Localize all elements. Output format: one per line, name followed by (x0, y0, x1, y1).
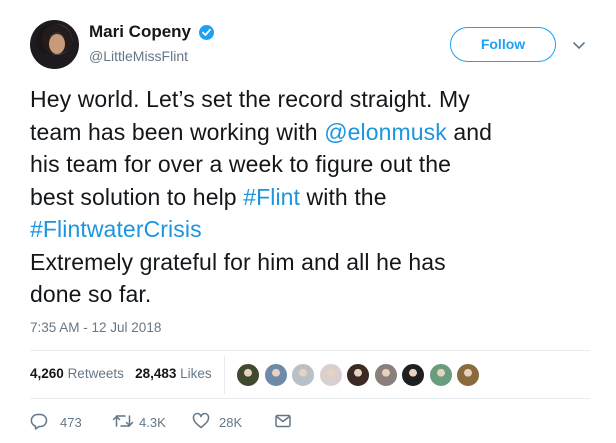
reply-count: 473 (60, 415, 82, 430)
liker-avatar[interactable] (373, 363, 398, 387)
hashtag-link[interactable]: #FlintwaterCrisis (30, 216, 202, 242)
tweet-text-segment: best solution to help (30, 183, 244, 210)
liker-avatar[interactable] (346, 363, 370, 387)
tweet-line: best solution to help #Flint with the (30, 181, 600, 214)
envelope-icon (275, 414, 291, 428)
tweet-text-segment: and (446, 118, 493, 145)
tweet-text-segment: Hey world. Let’s set the record straight… (30, 86, 470, 112)
retweet-icon (112, 415, 134, 427)
liker-avatar[interactable] (456, 363, 480, 387)
tweet-line: team has been working with @elonmusk and (30, 116, 600, 149)
retweets-count[interactable]: 4,260 (30, 366, 64, 381)
tweet-line: Extremely grateful for him and all he ha… (30, 246, 600, 279)
likes-label[interactable]: Likes (180, 366, 212, 381)
tweet-line: #FlintwaterCrisis (30, 213, 600, 246)
avatar-face (49, 34, 65, 54)
tweet-text-segment: done so far. (30, 281, 152, 307)
reply-icon (30, 413, 48, 430)
verified-badge-icon (199, 25, 214, 40)
like-count: 28K (219, 415, 243, 430)
tweet-text-segment: with the (300, 183, 387, 210)
avatar[interactable] (30, 20, 79, 69)
author-name[interactable]: Mari Copeny (89, 22, 191, 42)
engagement-stats: 4,260 Retweets 28,483 Likes (30, 366, 212, 381)
retweet-count: 4.3K (139, 415, 166, 430)
likes-count[interactable]: 28,483 (135, 366, 176, 381)
liker-avatar[interactable] (263, 363, 288, 387)
tweet-line: done so far. (30, 278, 600, 311)
tweet-text-segment: team has been working with (30, 118, 325, 145)
mention-link[interactable]: @elonmusk (324, 119, 447, 145)
hashtag-link[interactable]: #Flint (243, 184, 300, 210)
tweet-line: Hey world. Let’s set the record straight… (30, 83, 600, 116)
liker-avatar[interactable] (318, 363, 343, 387)
tweet-text-segment: Extremely grateful for him and all he ha… (30, 248, 446, 275)
tweet-text: Hey world. Let’s set the record straight… (30, 83, 600, 311)
liker-avatar[interactable] (401, 363, 425, 387)
stats-separator (224, 356, 225, 394)
liker-avatar[interactable] (428, 363, 453, 387)
divider-bottom (30, 398, 590, 399)
follow-button[interactable]: Follow (450, 27, 556, 62)
chevron-down-icon[interactable] (572, 38, 586, 50)
liker-avatar[interactable] (291, 363, 315, 387)
liker-avatar[interactable] (236, 363, 260, 387)
retweets-label[interactable]: Retweets (68, 366, 124, 381)
heart-icon (192, 412, 210, 429)
tweet-timestamp[interactable]: 7:35 AM - 12 Jul 2018 (30, 320, 161, 335)
tweet-line: his team for over a week to figure out t… (30, 148, 600, 181)
divider-top (30, 350, 590, 351)
tweet-text-segment: his team for over a week to figure out t… (30, 151, 451, 177)
author-handle[interactable]: @LittleMissFlint (89, 48, 188, 64)
